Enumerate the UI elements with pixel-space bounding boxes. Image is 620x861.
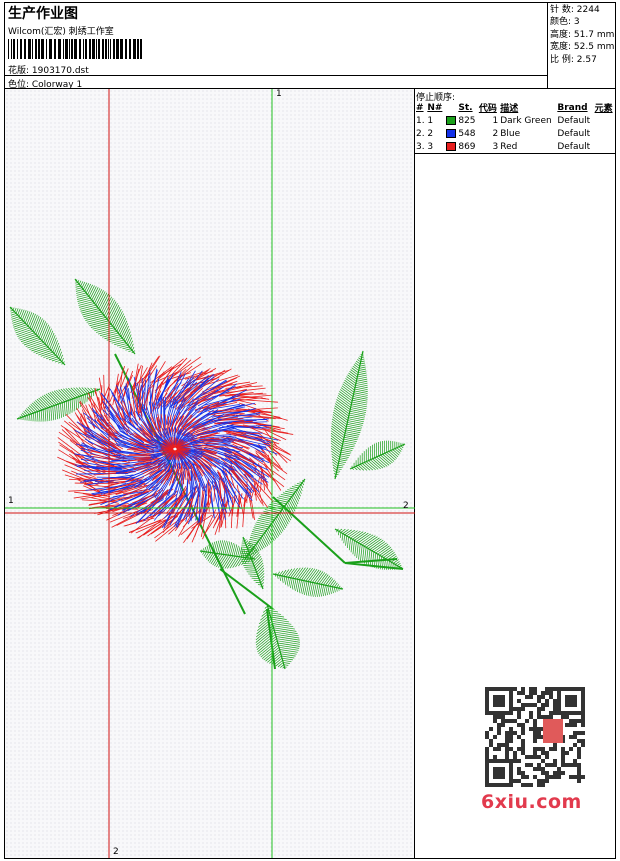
row-n: 3 <box>426 140 445 154</box>
row-index: 2. <box>416 128 425 139</box>
row-swatch <box>445 127 458 140</box>
col-brand: Brand <box>557 102 588 113</box>
row-element <box>594 114 615 127</box>
row-stitches: 825 <box>458 115 476 126</box>
row-swatch <box>445 114 458 127</box>
row-desc: Dark Green <box>500 115 552 126</box>
embroidery-preview <box>5 89 415 858</box>
color-table-header: # N# St. 代码 描述 Brand 元素 <box>415 101 615 115</box>
col-swatch <box>445 101 458 114</box>
col-index: # <box>416 102 424 113</box>
row-brand: Default <box>556 140 594 154</box>
color-swatch <box>445 128 456 138</box>
stat-height: 高度: 51.7 mm <box>550 29 615 40</box>
stat-stitches: 针 数: 2244 <box>550 5 600 15</box>
row-swatch <box>444 140 458 154</box>
row-desc: Red <box>499 140 557 154</box>
axis-label-top: 1 <box>276 89 282 99</box>
table-row: 2. 2 548 2 Blue Default <box>415 127 615 140</box>
row-element <box>594 127 615 140</box>
page-title: 生产作业图 <box>8 6 78 22</box>
design-canvas: 1 1 2 2 <box>5 89 415 858</box>
axis-label-right: 2 <box>403 501 409 511</box>
header-info: 生产作业图 Wilcom(汇宏) 刺绣工作室 花版: 1903170.dst 色… <box>5 3 548 90</box>
row-n: 1 <box>427 115 434 126</box>
col-n: N# <box>427 102 443 113</box>
stats-box: 针 数: 2244 颜色: 3 高度: 51.7 mm 宽度: 52.5 mm … <box>548 3 615 89</box>
table-row: 1. 1 825 1 Dark Green Default <box>415 114 615 127</box>
table-row: 3. 3 869 3 Red Default <box>415 140 615 154</box>
row-brand: Default <box>557 128 591 139</box>
qr-code-icon <box>485 687 585 787</box>
color-table: # N# St. 代码 描述 Brand 元素 1. 1 825 1 Dark Gree… <box>415 101 615 154</box>
row-stitches: 548 <box>458 128 476 139</box>
row-index: 3. <box>415 140 427 154</box>
stat-width: 宽度: 52.5 mm <box>550 42 615 53</box>
production-sheet: 生产作业图 Wilcom(汇宏) 刺绣工作室 花版: 1903170.dst 色… <box>4 2 616 859</box>
color-swatch <box>445 141 456 151</box>
col-stitches: St. <box>458 102 473 113</box>
row-stitches: 869 <box>457 140 478 154</box>
colorway-label: 色位: Colorway 1 <box>5 75 547 90</box>
barcode-icon <box>8 39 142 59</box>
col-code: 代码 <box>478 104 497 114</box>
row-code: 2 <box>492 128 499 139</box>
col-element: 元素 <box>594 104 613 114</box>
axis-label-left: 1 <box>8 496 14 506</box>
row-brand: Default <box>557 115 591 126</box>
col-desc: 描述 <box>500 104 519 114</box>
watermark-text: 6xiu.com <box>481 791 582 813</box>
row-index: 1. <box>416 115 425 126</box>
row-code: 1 <box>492 115 499 126</box>
stat-scale: 比 例: 2.57 <box>550 54 597 65</box>
row-code: 3 <box>477 140 500 154</box>
row-desc: Blue <box>500 128 521 139</box>
rose-flower <box>57 355 294 543</box>
color-swatch <box>445 115 456 125</box>
axis-label-bottom: 2 <box>113 847 119 857</box>
row-n: 2 <box>427 128 434 139</box>
studio-name: Wilcom(汇宏) 刺绣工作室 <box>8 27 114 37</box>
stat-colors: 颜色: 3 <box>550 17 580 28</box>
row-element <box>593 140 615 154</box>
